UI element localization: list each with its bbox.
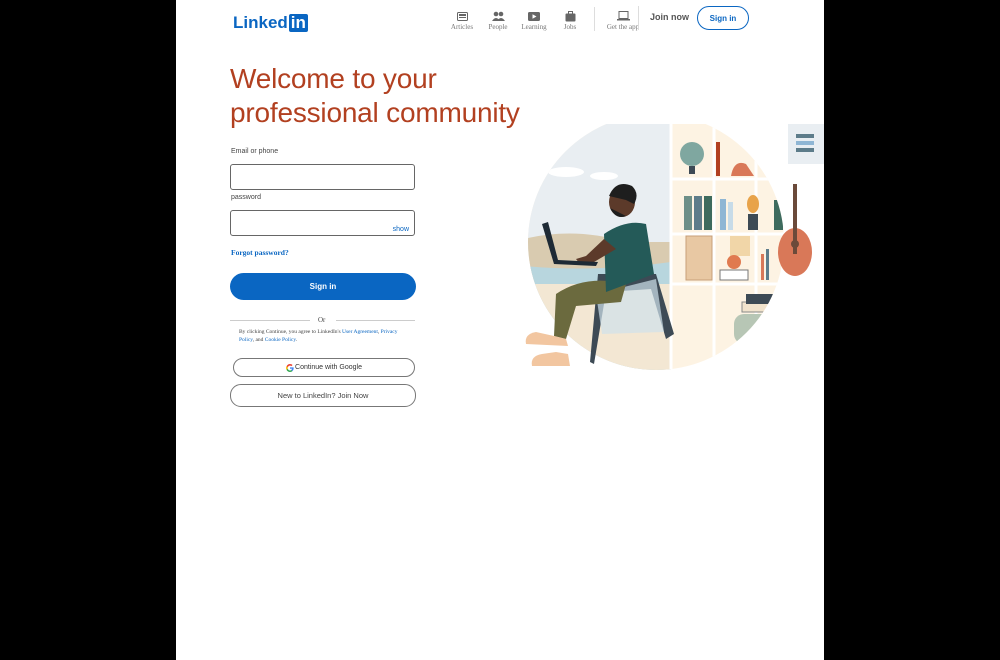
page-title: Welcome to your professional community <box>230 63 520 128</box>
logo-text: Linked <box>233 13 288 32</box>
people-icon <box>480 10 516 22</box>
continue-with-google-button[interactable]: Continue with Google <box>233 358 415 377</box>
nav-divider-2 <box>638 6 639 30</box>
terms-and: , and <box>252 336 264 343</box>
terms-prefix: By clicking Continue, you agree to Linke… <box>239 329 341 335</box>
nav-learning-label: Learning <box>521 23 547 31</box>
nav-articles[interactable]: Articles <box>444 10 480 31</box>
forgot-password-link[interactable]: Forgot password? <box>231 248 289 257</box>
email-label: Email or phone <box>231 148 279 155</box>
nav-learning[interactable]: Learning <box>516 10 552 31</box>
google-button-label: Continue with Google <box>295 364 362 371</box>
nav-people[interactable]: People <box>480 10 516 31</box>
articles-icon <box>444 10 480 22</box>
linkedin-logo[interactable]: Linked in <box>233 13 308 33</box>
show-password-toggle[interactable]: show <box>393 226 409 233</box>
password-field[interactable]: show <box>230 210 415 236</box>
learning-icon <box>516 10 552 22</box>
nav-divider <box>594 7 595 31</box>
nav-people-label: People <box>488 23 508 31</box>
join-now-button[interactable]: New to LinkedIn? Join Now <box>230 384 416 407</box>
or-text: Or <box>318 316 326 324</box>
hero-illustration <box>506 124 824 379</box>
jobs-icon <box>552 10 588 22</box>
email-field[interactable] <box>230 164 415 190</box>
sign-in-button[interactable]: Sign in <box>230 273 416 300</box>
cookie-policy-link[interactable]: Cookie Policy <box>265 337 296 343</box>
top-nav: Articles People Learning Jobs Get the ap… <box>444 7 643 31</box>
laptop-icon <box>603 10 643 22</box>
page: Linkedin Articles People Learning Jobs <box>176 0 824 660</box>
nav-get-app[interactable]: Get the app <box>603 10 643 31</box>
google-icon <box>286 363 294 372</box>
header-sign-in-button[interactable]: Sign in <box>697 6 749 30</box>
nav-articles-label: Articles <box>450 23 474 31</box>
password-label: password <box>231 194 261 201</box>
divider-right <box>336 320 415 321</box>
join-now-link[interactable]: Join now <box>650 12 689 22</box>
divider-left <box>230 320 310 321</box>
logo-box: in <box>288 13 308 32</box>
nav-get-app-label: Get the app <box>606 23 640 31</box>
terms-text: By clicking Continue, you agree to Linke… <box>239 329 398 343</box>
nav-jobs[interactable]: Jobs <box>552 10 588 31</box>
hero-illustration-svg <box>525 124 824 370</box>
user-agreement-link[interactable]: User Agreement <box>342 329 378 335</box>
nav-jobs-label: Jobs <box>563 23 577 31</box>
